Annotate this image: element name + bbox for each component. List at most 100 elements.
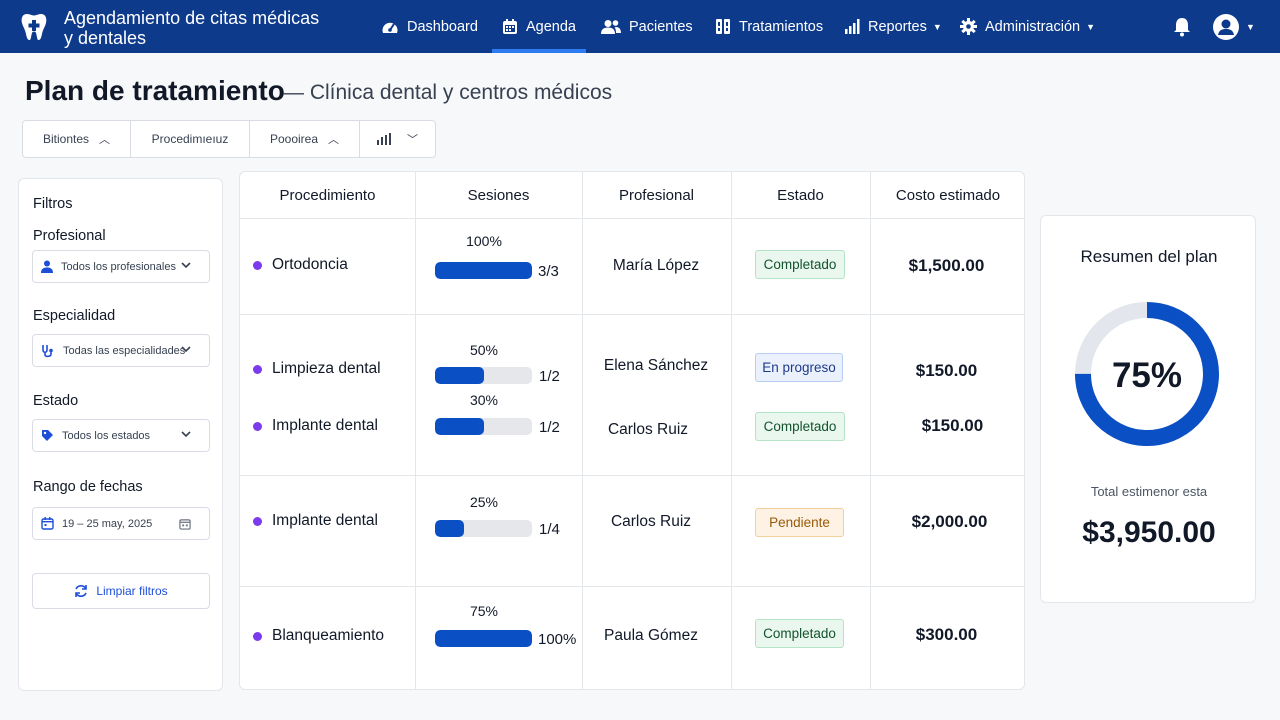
procedure-cell: Implante dental [253,417,378,435]
treatments-icon [716,19,730,34]
professional-name: Elena Sánchez [603,357,709,374]
sessions-count: 1/2 [539,419,560,436]
progress-percent: 25% [469,494,499,510]
nav-pacientes[interactable]: Pacientes [601,0,693,53]
status-dot [253,260,262,270]
cost-value: $300.00 [915,625,978,644]
app-title: Agendamiento de citas médicas y dentales [64,8,320,48]
clear-filters-button[interactable]: Limpiar filtros [32,573,210,609]
professional-name: María López [612,257,700,274]
estado-select[interactable]: Todos los estados [32,419,210,452]
nav-administracion[interactable]: Administración ▼ [960,0,1095,53]
especialidad-select[interactable]: Todas las especialidades [32,334,210,367]
gear-icon [960,18,977,35]
toolbar-segment-chart[interactable]: ﹀ [360,121,435,157]
sessions-count: 1/4 [539,521,560,538]
tooth-icon [21,14,47,40]
nav-agenda[interactable]: Agenda [492,0,586,53]
nav-tratamientos[interactable]: Tratamientos [715,0,823,53]
bell-icon[interactable] [1173,17,1191,37]
page-title: Plan de tratamiento [25,75,285,106]
progress-fill [435,520,465,537]
bar-chart-icon [845,19,860,34]
professional-name: Carlos Ruiz [607,421,689,438]
progress-percent: 100% [466,233,502,249]
status-badge: En progreso [755,353,843,382]
stethoscope-icon [42,344,53,357]
progress-percent: 30% [469,392,499,408]
progress-fill [435,418,484,435]
page-subtitle: — Clínica dental y centros médicos [283,81,613,104]
filters-title: Filtros [33,196,73,212]
progress-bar [435,262,532,279]
progress-percent: 50% [469,342,499,358]
gauge-icon [382,22,398,33]
column-header-procedimiento[interactable]: Procedimiento [240,172,415,219]
progress-fill [435,367,484,384]
professional-name: Paula Gómez [604,627,698,644]
status-badge: Completado [755,619,844,648]
column-header-costo[interactable]: Costo estimado [870,172,1024,219]
calendar-icon [503,18,517,34]
procedure-cell: Ortodoncia [253,256,348,274]
procedure-cell: Blanqueamiento [253,627,384,645]
cost-value: $150.00 [921,416,984,435]
summary-percent: 75% [1111,356,1183,395]
user-icon [41,260,53,273]
status-badge: Pendiente [755,508,844,537]
toolbar-segment-2[interactable]: Procedimıeıuz [131,121,250,157]
users-icon [601,19,621,34]
column-header-profesional[interactable]: Profesional [582,172,731,219]
status-dot [253,364,262,374]
status-dot [253,421,262,431]
status-badge: Completado [755,412,845,441]
toolbar-segment-1[interactable]: Bitiontes ︿ [23,121,131,157]
chevron-up-icon: ︿ [99,134,111,146]
progress-bar [435,630,532,647]
column-header-sesiones[interactable]: Sesiones [415,172,582,219]
plan-summary-card: Resumen del plan 75% Total estimenor est… [1040,215,1256,603]
professional-name: Carlos Ruiz [610,513,692,530]
bar-chart-icon [377,133,391,145]
filters-panel: Filtros Profesional Todos los profesiona… [18,178,223,691]
calendar-icon[interactable] [179,518,191,530]
summary-total-label: Total estimenor esta [1090,484,1208,499]
chevron-up-icon: ︿ [328,134,340,146]
profesional-select[interactable]: Todos los profesionales [32,250,210,283]
profesional-label: Profesional [33,228,106,244]
column-header-estado[interactable]: Estado [731,172,870,219]
tag-icon [42,430,53,441]
date-range-input[interactable]: 19 – 25 may, 2025 [32,507,210,540]
sessions-count: 1/2 [539,368,560,385]
toolbar-segment-3[interactable]: Poooirea ︿ [250,121,360,157]
chevron-down-icon: ▼ [1086,21,1096,32]
chevron-down-icon[interactable]: ▼ [1246,22,1255,32]
refresh-icon [75,585,88,597]
progress-fill [435,630,532,647]
calendar-icon [41,517,54,530]
chevron-down-icon: ﹀ [407,134,418,146]
status-dot [253,516,262,526]
top-navbar: Agendamiento de citas médicas y dentales… [0,0,1280,53]
progress-bar [435,520,532,537]
cost-value: $2,000.00 [911,512,988,531]
chevron-down-icon [181,346,191,353]
fechas-label: Rango de fechas [33,479,143,495]
nav-dashboard[interactable]: Dashboard [381,0,478,53]
status-badge: Completado [755,250,845,279]
view-toolbar: Bitiontes ︿ Procedimıeıuz Poooirea ︿ ﹀ [22,120,436,158]
sessions-count: 3/3 [538,263,559,280]
chevron-down-icon [181,431,191,438]
cost-value: $150.00 [915,361,978,380]
avatar-icon[interactable] [1213,14,1239,40]
nav-reportes[interactable]: Reportes ▼ [844,0,942,53]
progress-bar [435,367,532,384]
procedure-cell: Limpieza dental [253,360,381,378]
estado-label: Estado [33,393,79,409]
cost-value: $1,500.00 [908,256,985,275]
sessions-count: 100% [538,631,577,648]
procedure-cell: Implante dental [253,512,378,530]
status-dot [253,631,262,641]
progress-bar [435,418,532,435]
progress-percent: 75% [469,603,499,619]
